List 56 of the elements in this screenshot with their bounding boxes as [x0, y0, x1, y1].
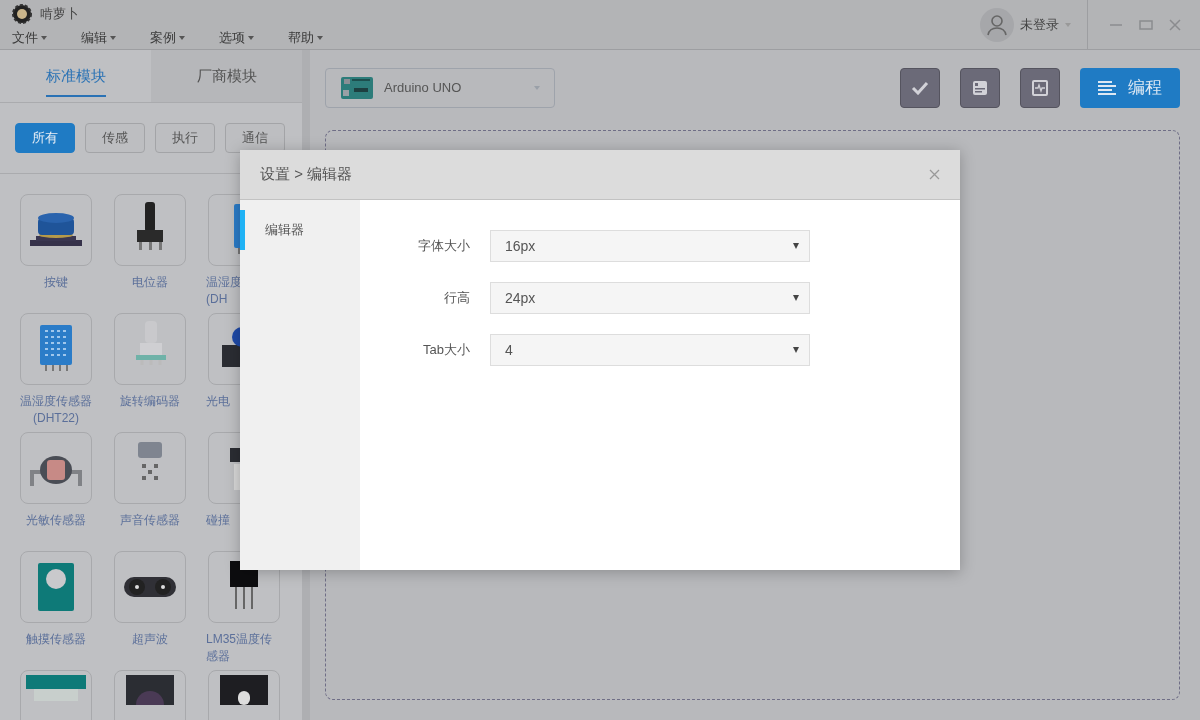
user-icon	[987, 14, 1007, 36]
select-field[interactable]: 24px	[490, 282, 810, 314]
module-label: 碰撞	[206, 512, 231, 530]
waveform-icon	[1032, 80, 1048, 96]
module-tile[interactable]	[20, 551, 92, 624]
module-label: 温湿度传感器 (DHT22)	[19, 393, 93, 428]
save-icon	[972, 80, 988, 96]
settings-nav-item[interactable]: 编辑器	[240, 210, 360, 250]
module-label: 声音传感器	[119, 512, 181, 530]
module-tile[interactable]	[20, 432, 92, 505]
monitor-button[interactable]	[1020, 68, 1060, 108]
module-label: 超声波	[131, 631, 169, 649]
sidebar-tab[interactable]: 厂商模块	[151, 50, 302, 103]
module-tile[interactable]	[114, 313, 186, 386]
module-label: 温湿度 (DH	[206, 274, 243, 309]
dark-module-icon	[126, 675, 174, 706]
select-field[interactable]: 16px	[490, 230, 810, 262]
ultrasonic-sensor-icon	[124, 577, 176, 598]
field-label: 字体大小	[417, 237, 470, 256]
user-menu[interactable]: 未登录	[980, 0, 1088, 50]
board-select[interactable]: Arduino UNO	[325, 68, 555, 108]
filter-button[interactable]: 所有	[15, 123, 75, 154]
select-field[interactable]: 4	[490, 334, 810, 366]
dialog-title: 设置 > 编辑器	[260, 164, 353, 185]
module-tile[interactable]	[20, 313, 92, 386]
filter-button[interactable]: 执行	[155, 123, 215, 154]
menu-item[interactable]: 编辑	[81, 28, 150, 48]
module-label: 旋转编码器	[119, 393, 181, 411]
save-button[interactable]	[960, 68, 1000, 108]
field-label: Tab大小	[422, 341, 470, 360]
module-tile[interactable]	[114, 551, 186, 624]
menu-item[interactable]: 案例	[150, 28, 219, 48]
text-lines-icon	[1098, 81, 1116, 95]
module-tile[interactable]	[114, 432, 186, 505]
module-label: 电位器	[131, 274, 169, 292]
module-tile[interactable]	[114, 194, 186, 267]
gear-logo-icon	[12, 4, 32, 24]
filter-button[interactable]: 传感	[85, 123, 145, 154]
menu-item[interactable]: 选项	[219, 28, 288, 48]
check-icon	[911, 81, 929, 95]
dark-module-icon	[220, 675, 268, 706]
filter-button[interactable]: 通信	[225, 123, 285, 154]
menu-item[interactable]: 文件	[12, 28, 81, 48]
menu-item[interactable]: 帮助	[288, 28, 357, 48]
module-label: LM35温度传 感器	[206, 631, 274, 666]
close-icon	[929, 169, 940, 180]
module-tile[interactable]	[20, 194, 92, 267]
module-label: 触摸传感器	[25, 631, 87, 649]
module-label: 光电	[206, 393, 231, 411]
program-button[interactable]: 编程	[1080, 68, 1180, 108]
module-label: 光敏传感器	[25, 512, 87, 530]
circuit-board-icon	[340, 76, 374, 100]
module-label: 按键	[43, 274, 69, 292]
field-label: 行高	[443, 289, 470, 308]
check-button[interactable]	[900, 68, 940, 108]
app-title: 啃萝卜	[40, 5, 79, 24]
